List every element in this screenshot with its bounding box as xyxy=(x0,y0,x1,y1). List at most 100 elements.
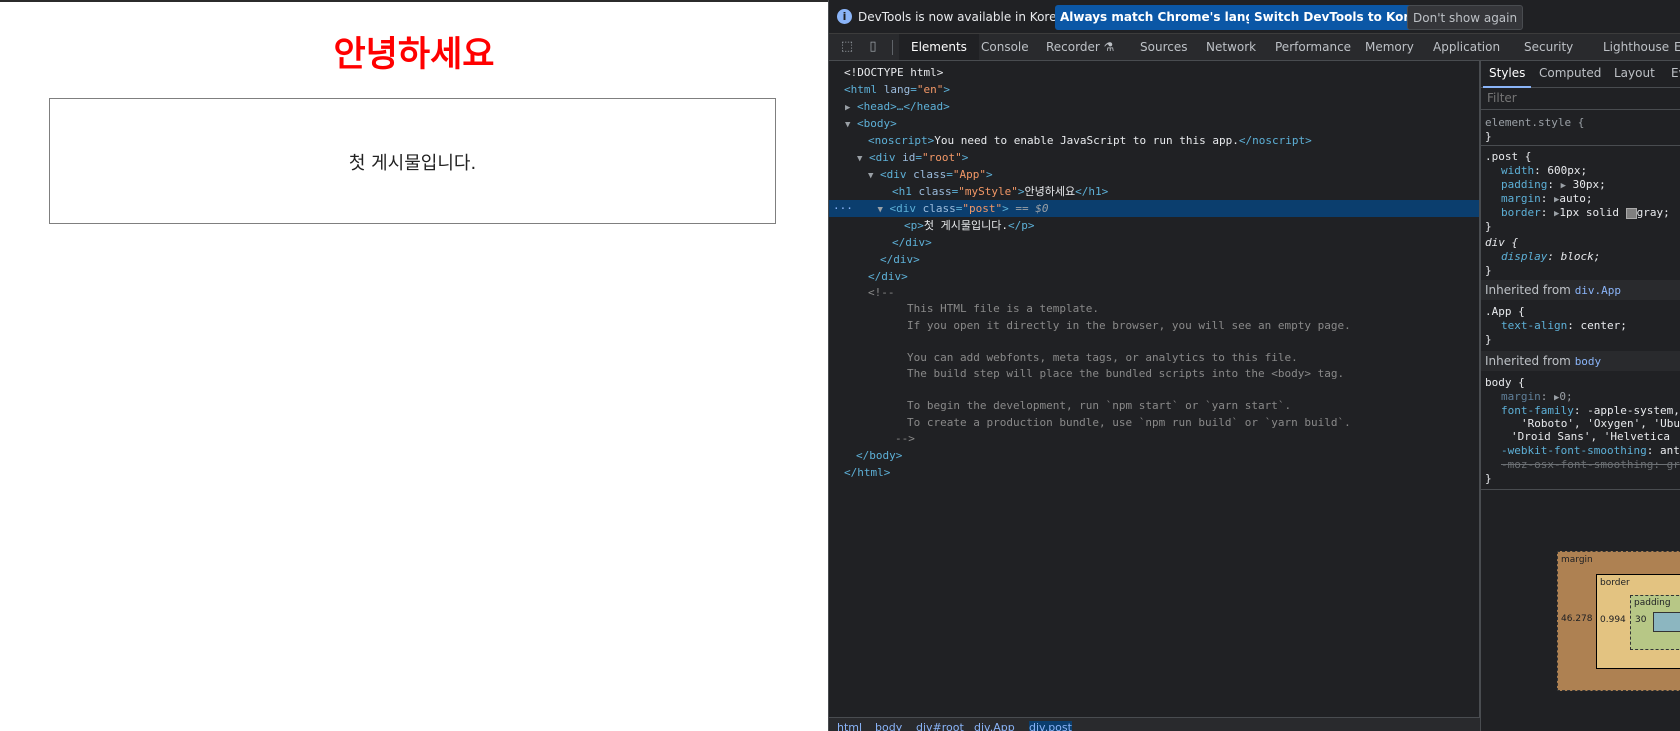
dom-line-div-post-selected[interactable]: ··· ▼ <div class="post"> == $0 xyxy=(829,200,1479,217)
boxmodel-margin-left-value[interactable]: 46.278 xyxy=(1561,614,1593,624)
tab-elements[interactable]: Elements xyxy=(899,34,979,60)
dom-tree: <!DOCTYPE html> <html lang="en"> ▶ <head… xyxy=(829,61,1480,717)
css-value: 30px; xyxy=(1572,178,1606,191)
boxmodel-border[interactable]: border 0.994 padding 30 600 xyxy=(1596,574,1680,669)
div-post-attr-value: "post" xyxy=(962,202,1003,215)
boxmodel-margin[interactable]: margin 46.278 border 0.994 padding 30 60… xyxy=(1557,551,1680,691)
dom-line-div-root-close[interactable]: </div> xyxy=(829,268,1479,285)
div-root-tag: <div xyxy=(869,151,896,164)
collapse-triangle-icon[interactable]: ▼ xyxy=(860,205,883,215)
styles-filter-input[interactable] xyxy=(1487,90,1667,106)
dom-line-noscript[interactable]: <noscript>You need to enable JavaScript … xyxy=(829,132,1479,149)
boxmodel-padding[interactable]: padding 30 600 xyxy=(1630,595,1680,650)
post-width-decl[interactable]: width: 600px; xyxy=(1501,164,1587,178)
css-value: block; xyxy=(1560,250,1601,263)
body-rule-selector[interactable]: body { xyxy=(1485,376,1525,390)
comment-text: The build step will place the bundled sc… xyxy=(907,367,1345,380)
boxmodel-margin-label: margin xyxy=(1561,555,1593,565)
app-align-decl[interactable]: text-align: center; xyxy=(1501,319,1627,333)
breadcrumb-div-post[interactable]: div.post xyxy=(1029,721,1072,731)
boxmodel-content[interactable]: 600 xyxy=(1653,612,1680,632)
breadcrumb-body[interactable]: body xyxy=(875,721,902,731)
dom-line-h1[interactable]: <h1 class="myStyle">안녕하세요</h1> xyxy=(829,183,1479,200)
tab-network[interactable]: Network xyxy=(1206,34,1256,60)
css-value: 'Droid Sans', 'Helvetica xyxy=(1511,430,1670,443)
color-swatch-icon[interactable] xyxy=(1625,207,1637,219)
css-prop: -webkit-font-smoothing xyxy=(1501,444,1647,457)
dom-line-div-root[interactable]: ▼ <div id="root"> xyxy=(829,149,1479,166)
dom-line-body[interactable]: ▼ <body> xyxy=(829,115,1479,132)
subtab-layout[interactable]: Layout xyxy=(1614,61,1655,86)
breadcrumb-html[interactable]: html xyxy=(837,721,862,731)
body-smoothing-decl[interactable]: -webkit-font-smoothing: ant xyxy=(1501,444,1680,458)
devtools-panel: i DevTools is now available in Korean! A… xyxy=(828,0,1680,731)
body-close-tag: </body> xyxy=(856,449,903,462)
flask-icon: ⚗ xyxy=(1103,40,1115,54)
breadcrumb-div-root[interactable]: div#root xyxy=(916,721,964,731)
tab-memory[interactable]: Memory xyxy=(1365,34,1414,60)
comment-text: This HTML file is a template. xyxy=(907,302,1100,315)
post-rule-selector[interactable]: .post { xyxy=(1485,150,1531,164)
post-margin-decl[interactable]: margin: ▶auto; xyxy=(1501,192,1593,206)
divider xyxy=(1481,145,1680,146)
boxmodel-border-left-value[interactable]: 0.994 xyxy=(1600,615,1626,625)
comment-line: The build step will place the bundled sc… xyxy=(829,365,1479,382)
dom-line-div-app-close[interactable]: </div> xyxy=(829,251,1479,268)
expand-triangle-icon[interactable]: ▶ xyxy=(1561,181,1566,191)
css-value: 'Roboto', 'Oxygen', 'Ubu xyxy=(1521,417,1680,430)
more-options-icon[interactable]: ··· xyxy=(829,202,853,215)
div-rule-selector[interactable]: div { xyxy=(1485,236,1518,250)
inspect-element-icon[interactable]: ⬚ xyxy=(839,39,855,55)
devtools-tabbar: ⬚ ▯ Elements Console Recorder ⚗ Sources … xyxy=(829,34,1680,61)
inherited-link[interactable]: div.App xyxy=(1575,284,1621,297)
info-icon: i xyxy=(837,9,852,24)
dom-line-html[interactable]: <html lang="en"> xyxy=(829,81,1479,98)
tab-security[interactable]: Security xyxy=(1524,34,1573,60)
css-value: gray; xyxy=(1636,206,1670,219)
dont-show-again-button[interactable]: Don't show again xyxy=(1407,5,1524,30)
body-font-decl[interactable]: font-family: -apple-system, xyxy=(1501,404,1680,418)
dom-line-body-close[interactable]: </body> xyxy=(829,447,1479,464)
app-rule-selector[interactable]: .App { xyxy=(1485,305,1525,319)
inherited-link[interactable]: body xyxy=(1575,355,1602,368)
dom-line-head[interactable]: ▶ <head>…</head> xyxy=(829,98,1479,115)
comment-text: To create a production bundle, use `npm … xyxy=(907,416,1351,429)
h1-attr: class xyxy=(918,185,952,198)
page-heading: 안녕하세요 xyxy=(333,35,495,75)
css-value: auto; xyxy=(1559,192,1593,205)
css-prop: font-family xyxy=(1501,404,1574,417)
page-viewport: 안녕하세요 첫 게시물입니다. xyxy=(0,0,828,731)
boxmodel-border-label: border xyxy=(1600,578,1630,588)
tab-performance[interactable]: Performance xyxy=(1275,34,1351,60)
tab-console[interactable]: Console xyxy=(981,34,1029,60)
comment-line: To begin the development, run `npm start… xyxy=(829,397,1479,414)
dom-line-comment-open[interactable]: <!-- xyxy=(829,284,1479,301)
dom-line-html-close[interactable]: </html> xyxy=(829,464,1479,481)
css-prop: width xyxy=(1501,164,1535,177)
tab-recorder[interactable]: Recorder ⚗ xyxy=(1046,34,1114,60)
toolbar-divider xyxy=(892,40,893,55)
post-padding-decl[interactable]: padding: ▶ 30px; xyxy=(1501,178,1606,192)
div-app-tag: <div xyxy=(880,168,907,181)
tab-lighthouse[interactable]: Lighthouse xyxy=(1603,34,1669,60)
collapse-triangle-icon[interactable]: ▼ xyxy=(829,120,850,130)
dom-line-div-post-close[interactable]: </div> xyxy=(829,234,1479,251)
element-style-rule[interactable]: element.style { xyxy=(1485,116,1584,130)
boxmodel-padding-left-value[interactable]: 30 xyxy=(1635,615,1646,625)
css-value: 600px; xyxy=(1547,164,1588,177)
dom-line-p[interactable]: <p>첫 게시물입니다.</p> xyxy=(829,217,1479,234)
breadcrumb-div-app[interactable]: div.App xyxy=(974,721,1015,731)
subtab-computed[interactable]: Computed xyxy=(1539,61,1601,86)
tab-overflow[interactable]: E xyxy=(1674,34,1680,60)
device-toolbar-icon[interactable]: ▯ xyxy=(865,39,881,55)
post-border-decl[interactable]: border: ▶1px solid gray; xyxy=(1501,206,1670,220)
subtab-event-listeners[interactable]: Ev xyxy=(1671,61,1680,86)
dom-line-div-app[interactable]: ▼ <div class="App"> xyxy=(829,166,1479,183)
collapse-triangle-icon[interactable]: ▼ xyxy=(829,154,862,164)
collapse-triangle-icon[interactable]: ▼ xyxy=(829,171,873,181)
dom-line-doctype[interactable]: <!DOCTYPE html> xyxy=(829,64,1479,81)
tab-sources[interactable]: Sources xyxy=(1140,34,1187,60)
subtab-styles[interactable]: Styles xyxy=(1483,61,1532,88)
tab-application[interactable]: Application xyxy=(1433,34,1500,60)
expand-triangle-icon[interactable]: ▶ xyxy=(829,103,850,113)
